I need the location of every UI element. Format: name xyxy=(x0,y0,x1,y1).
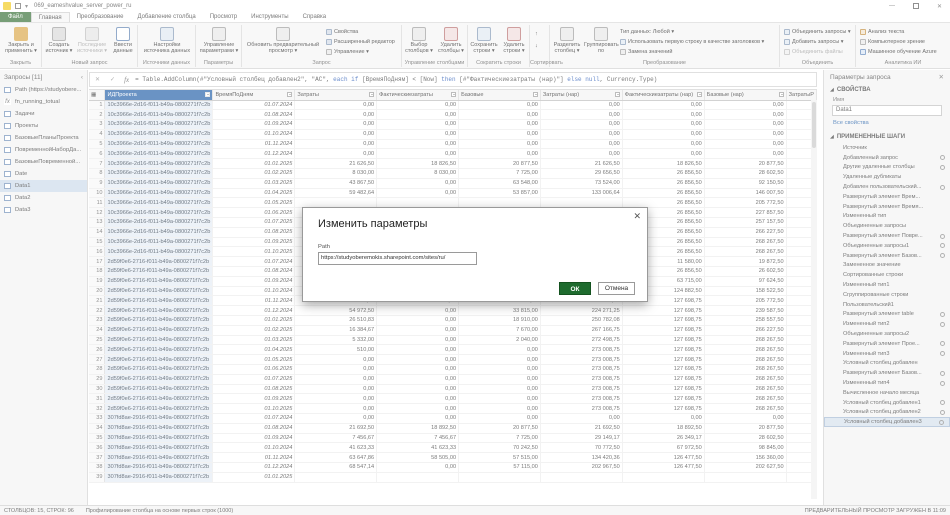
path-input[interactable]: https://studyoberemokis.sharepoint.com/s… xyxy=(318,252,477,265)
path-label: Path xyxy=(318,244,330,250)
ok-button[interactable]: ОК xyxy=(559,282,591,295)
cancel-button[interactable]: Отмена xyxy=(598,282,635,295)
edit-parameters-dialog: Изменить параметры ✕ Path https://studyo… xyxy=(302,207,648,302)
dialog-title: Изменить параметры xyxy=(318,218,428,230)
dialog-close-icon[interactable]: ✕ xyxy=(633,211,641,222)
